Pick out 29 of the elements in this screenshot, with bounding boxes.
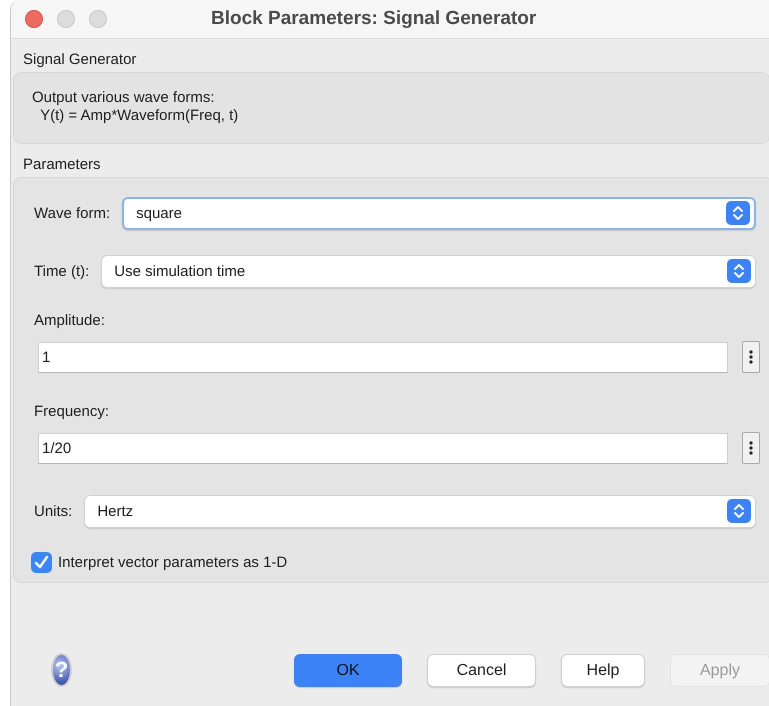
close-button[interactable] bbox=[25, 10, 43, 28]
input-field[interactable]: 1 bbox=[38, 342, 728, 372]
stepper-icon bbox=[727, 499, 751, 523]
ellipsis-icon bbox=[749, 441, 753, 455]
field-label: Amplitude: bbox=[34, 312, 106, 329]
field-label: Time (t): bbox=[34, 262, 90, 280]
description-text: Output various wave forms: bbox=[32, 89, 216, 107]
dialog-button[interactable]: Help bbox=[561, 654, 645, 687]
checkbox[interactable] bbox=[31, 552, 52, 573]
stepper-icon bbox=[726, 201, 750, 225]
more-options-button[interactable] bbox=[742, 432, 760, 464]
stepper-icon bbox=[727, 259, 751, 283]
field-label: Units: bbox=[34, 502, 72, 520]
checkbox-label: Interpret vector parameters as 1-D bbox=[58, 554, 288, 571]
ellipsis-icon bbox=[749, 350, 753, 364]
dropdown[interactable]: Use simulation time bbox=[101, 254, 756, 288]
block-name: Signal Generator bbox=[22, 50, 138, 68]
window-title: Block Parameters: Signal Generator bbox=[211, 8, 536, 30]
section-title: Parameters bbox=[22, 155, 102, 173]
input-field[interactable]: 1/20 bbox=[38, 432, 728, 464]
dropdown[interactable]: square bbox=[122, 196, 756, 230]
description-text: Y(t) = Amp*Waveform(Freq, t) bbox=[39, 107, 240, 125]
dialog-button[interactable]: OK bbox=[294, 654, 402, 687]
field-label: Frequency: bbox=[34, 403, 110, 420]
field-label: Wave form: bbox=[34, 204, 110, 222]
dropdown[interactable]: Hertz bbox=[84, 494, 756, 528]
dialog-button[interactable]: Cancel bbox=[427, 654, 536, 687]
more-options-button[interactable] bbox=[742, 341, 760, 373]
checkmark-icon bbox=[34, 555, 49, 570]
